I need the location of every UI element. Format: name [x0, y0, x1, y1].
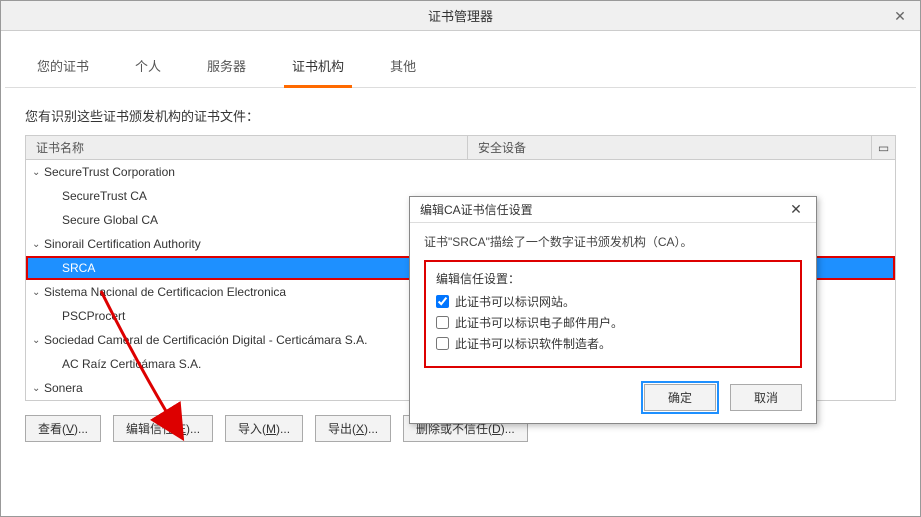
titlebar: 证书管理器 ✕ [1, 1, 920, 31]
tab-personal[interactable]: 个人 [127, 50, 169, 88]
tree-item-label: SRCA [62, 261, 95, 275]
tree-item-label: AC Raíz Certicámara S.A. [62, 357, 201, 371]
window-title: 证书管理器 [428, 6, 493, 25]
trust-options-header: 编辑信任设置： [436, 270, 790, 287]
dialog-close-button[interactable]: ✕ [786, 201, 806, 218]
tree-group[interactable]: ⌄SecureTrust Corporation [26, 160, 895, 184]
column-picker-icon: ▭ [878, 141, 889, 155]
btn-suffix: )... [501, 422, 515, 436]
btn-suffix: )... [186, 422, 200, 436]
btn-suffix: )... [364, 422, 378, 436]
chevron-down-icon: ⌄ [32, 383, 42, 394]
trust-option-websites[interactable]: 此证书可以标识网站。 [436, 293, 790, 310]
chevron-down-icon: ⌄ [32, 287, 42, 298]
dialog-buttons: 确定 取消 [410, 374, 816, 423]
close-icon: ✕ [894, 8, 906, 25]
column-header-device[interactable]: 安全设备 [468, 139, 871, 156]
chevron-down-icon: ⌄ [32, 239, 42, 250]
import-button[interactable]: 导入(M)... [225, 415, 303, 442]
tree-group-label: SecureTrust Corporation [44, 165, 175, 179]
btn-suffix: )... [276, 422, 290, 436]
btn-key: E [178, 422, 186, 436]
btn-text: 删除或不信任( [416, 422, 492, 436]
btn-text: 编辑信任( [126, 422, 178, 436]
trust-option-label: 此证书可以标识电子邮件用户。 [455, 314, 623, 331]
dialog-hint: 证书"SRCA"描绘了一个数字证书颁发机构（CA）。 [424, 233, 802, 250]
tree-item-label: PSCProcert [62, 309, 125, 323]
trust-option-email[interactable]: 此证书可以标识电子邮件用户。 [436, 314, 790, 331]
trust-websites-checkbox[interactable] [436, 295, 449, 308]
tree-group-label: Sociedad Cameral de Certificación Digita… [44, 333, 367, 347]
dialog-ok-button[interactable]: 确定 [644, 384, 716, 411]
trust-email-checkbox[interactable] [436, 316, 449, 329]
close-icon: ✕ [790, 201, 802, 217]
tab-other[interactable]: 其他 [382, 50, 424, 88]
btn-key: D [492, 422, 501, 436]
tree-item-label: Secure Global CA [62, 213, 158, 227]
tree-group-label: Sinorail Certification Authority [44, 237, 201, 251]
table-header: 证书名称 安全设备 ▭ [26, 136, 895, 160]
export-button[interactable]: 导出(X)... [315, 415, 391, 442]
dialog-title: 编辑CA证书信任设置 [420, 201, 786, 218]
edit-trust-dialog: 编辑CA证书信任设置 ✕ 证书"SRCA"描绘了一个数字证书颁发机构（CA）。 … [409, 196, 817, 424]
tab-servers[interactable]: 服务器 [199, 50, 254, 88]
trust-option-label: 此证书可以标识网站。 [455, 293, 575, 310]
trust-options-box: 编辑信任设置： 此证书可以标识网站。 此证书可以标识电子邮件用户。 此证书可以标… [424, 260, 802, 368]
btn-text: 查看( [38, 422, 66, 436]
tree-group-label: Sonera [44, 381, 83, 395]
window-close-button[interactable]: ✕ [880, 1, 920, 31]
view-button[interactable]: 查看(V)... [25, 415, 101, 442]
dialog-titlebar: 编辑CA证书信任设置 ✕ [410, 197, 816, 223]
tab-bar: 您的证书 个人 服务器 证书机构 其他 [5, 31, 916, 88]
trust-option-label: 此证书可以标识软件制造者。 [455, 335, 611, 352]
dialog-cancel-button[interactable]: 取消 [730, 384, 802, 411]
column-header-name[interactable]: 证书名称 [26, 136, 468, 159]
btn-text: 导入( [238, 422, 266, 436]
certificate-manager-window: 证书管理器 ✕ 您的证书 个人 服务器 证书机构 其他 您有识别这些证书颁发机构… [0, 0, 921, 517]
chevron-down-icon: ⌄ [32, 335, 42, 346]
btn-text: 导出( [328, 422, 356, 436]
edit-trust-button[interactable]: 编辑信任(E)... [113, 415, 213, 442]
column-picker-button[interactable]: ▭ [871, 136, 895, 159]
chevron-down-icon: ⌄ [32, 167, 42, 178]
tree-item-label: SecureTrust CA [62, 189, 147, 203]
tree-group-label: Sistema Nacional de Certificacion Electr… [44, 285, 286, 299]
btn-key: X [356, 422, 364, 436]
dialog-body: 证书"SRCA"描绘了一个数字证书颁发机构（CA）。 编辑信任设置： 此证书可以… [410, 223, 816, 374]
btn-key: V [66, 422, 74, 436]
trust-software-checkbox[interactable] [436, 337, 449, 350]
tab-your-certs[interactable]: 您的证书 [29, 50, 97, 88]
description-text: 您有识别这些证书颁发机构的证书文件： [1, 88, 920, 135]
btn-suffix: )... [74, 422, 88, 436]
tab-authorities[interactable]: 证书机构 [284, 50, 352, 88]
trust-option-software[interactable]: 此证书可以标识软件制造者。 [436, 335, 790, 352]
btn-key: M [266, 422, 276, 436]
